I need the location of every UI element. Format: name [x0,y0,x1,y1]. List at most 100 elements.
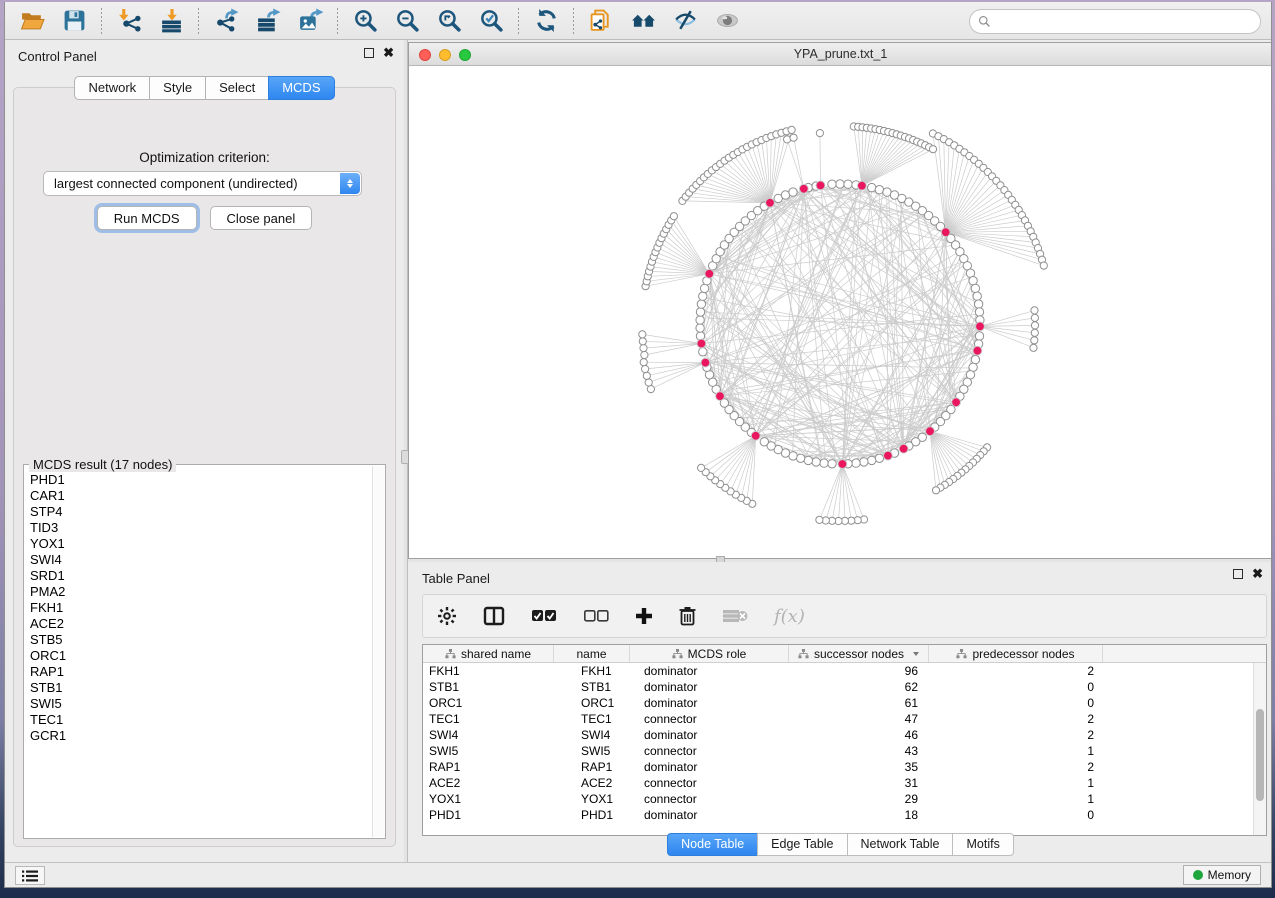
export-image-button[interactable] [292,6,328,36]
table-cell-role: dominator [630,759,789,775]
tab-motifs[interactable]: Motifs [952,833,1013,856]
mcds-result-item[interactable]: STB1 [30,680,372,696]
mcds-result-item[interactable]: CAR1 [30,488,372,504]
function-icon: f(x) [774,606,805,627]
apply-layout-button[interactable] [528,6,564,36]
table-row[interactable]: ORC1ORC1dominator610 [423,695,1253,711]
table-row[interactable]: RAP1RAP1dominator352 [423,759,1253,775]
zoom-out-button[interactable] [389,6,425,36]
table-row[interactable]: TEC1TEC1connector472 [423,711,1253,727]
mcds-result-item[interactable]: ACE2 [30,616,372,632]
delete-table-icon [722,608,748,624]
table-cell-successors: 47 [789,711,929,727]
attribute-icon [445,649,456,659]
memory-button[interactable]: Memory [1183,865,1261,885]
table-cell-shared_name: PHD1 [423,807,554,823]
column-header-predecessor-nodes[interactable]: predecessor nodes [929,645,1103,662]
export-table-button[interactable] [250,6,286,36]
table-row[interactable]: SWI4SWI4dominator462 [423,727,1253,743]
function-builder-button[interactable]: f(x) [774,601,805,631]
mcds-result-item[interactable]: TEC1 [30,712,372,728]
eye-icon [715,8,740,33]
table-scrollbar-thumb[interactable] [1256,709,1264,801]
mcds-result-item[interactable]: GCR1 [30,728,372,744]
tab-network[interactable]: Network [74,76,150,100]
show-columns-button[interactable] [483,601,505,631]
delete-table-button[interactable] [722,601,748,631]
table-row[interactable]: SWI5SWI5connector431 [423,743,1253,759]
table-options-button[interactable] [437,601,457,631]
float-panel-icon[interactable] [364,48,374,58]
table-cell-successors: 29 [789,791,929,807]
table-row[interactable]: FKH1FKH1dominator962 [423,663,1253,679]
network-canvas[interactable] [409,66,1272,558]
select-stepper-icon [340,173,360,194]
table-row[interactable]: YOX1YOX1connector291 [423,791,1253,807]
mcds-result-item[interactable]: SWI5 [30,696,372,712]
table-cell-successors: 35 [789,759,929,775]
add-column-button[interactable] [635,601,653,631]
mcds-result-item[interactable]: FKH1 [30,600,372,616]
open-session-button[interactable] [14,6,50,36]
mcds-list-scrollbar[interactable] [372,466,384,837]
export-network-button[interactable] [208,6,244,36]
set-visible-columns-button[interactable] [531,601,557,631]
copy-network-icon [589,8,614,33]
import-table-button[interactable] [153,6,189,36]
table-cell-successors: 46 [789,727,929,743]
eye-slash-icon [673,8,698,33]
export-image-icon [298,8,323,33]
clear-visible-columns-button[interactable] [583,601,609,631]
tab-network-table[interactable]: Network Table [847,833,954,856]
mcds-result-item[interactable]: YOX1 [30,536,372,552]
close-panel-button[interactable]: Close panel [210,206,313,230]
first-neighbors-button[interactable] [625,6,661,36]
mcds-result-item[interactable]: TID3 [30,520,372,536]
tab-style[interactable]: Style [149,76,206,100]
mcds-result-item[interactable]: SRD1 [30,568,372,584]
column-header-successor-nodes[interactable]: successor nodes [789,645,929,662]
mcds-result-item[interactable]: PMA2 [30,584,372,600]
network-from-selection-button[interactable] [583,6,619,36]
close-panel-icon[interactable]: ✖ [1252,569,1263,579]
table-cell-role: dominator [630,695,789,711]
tab-node-table[interactable]: Node Table [667,833,758,856]
mcds-result-item[interactable]: RAP1 [30,664,372,680]
table-cell-successors: 62 [789,679,929,695]
mcds-result-box: MCDS result (17 nodes) PHD1CAR1STP4TID3Y… [23,464,386,839]
tab-edge-table[interactable]: Edge Table [757,833,847,856]
criterion-select[interactable]: largest connected component (undirected) [43,171,362,196]
network-window-titlebar[interactable]: YPA_prune.txt_1 [409,43,1272,66]
plus-icon [635,607,653,625]
mcds-result-item[interactable]: ORC1 [30,648,372,664]
search-field[interactable] [969,9,1261,34]
mcds-result-item[interactable]: STB5 [30,632,372,648]
tab-select[interactable]: Select [205,76,269,100]
task-history-button[interactable] [15,866,45,885]
table-row[interactable]: PHD1PHD1dominator180 [423,807,1253,823]
mcds-result-item[interactable]: SWI4 [30,552,372,568]
import-network-button[interactable] [111,6,147,36]
mcds-result-item[interactable]: PHD1 [30,472,372,488]
zoom-selected-button[interactable] [473,6,509,36]
table-scrollbar[interactable] [1253,663,1266,835]
run-mcds-button[interactable]: Run MCDS [97,206,197,230]
attribute-icon [798,649,809,659]
table-row[interactable]: STB1STB1dominator620 [423,679,1253,695]
save-session-button[interactable] [56,6,92,36]
zoom-fit-button[interactable] [431,6,467,36]
zoom-in-button[interactable] [347,6,383,36]
delete-column-button[interactable] [679,601,696,631]
column-header-mcds-role[interactable]: MCDS role [630,645,789,662]
mcds-result-item[interactable]: STP4 [30,504,372,520]
column-header-name[interactable]: name [554,645,630,662]
close-panel-icon[interactable]: ✖ [383,48,394,58]
column-header-shared-name[interactable]: shared name [423,645,554,662]
tab-mcds[interactable]: MCDS [268,76,334,100]
table-row[interactable]: ACE2ACE2connector311 [423,775,1253,791]
hide-selected-button[interactable] [667,6,703,36]
search-input[interactable] [997,15,1252,29]
show-all-button[interactable] [709,6,745,36]
zoom-selected-icon [479,8,504,33]
float-panel-icon[interactable] [1233,569,1243,579]
